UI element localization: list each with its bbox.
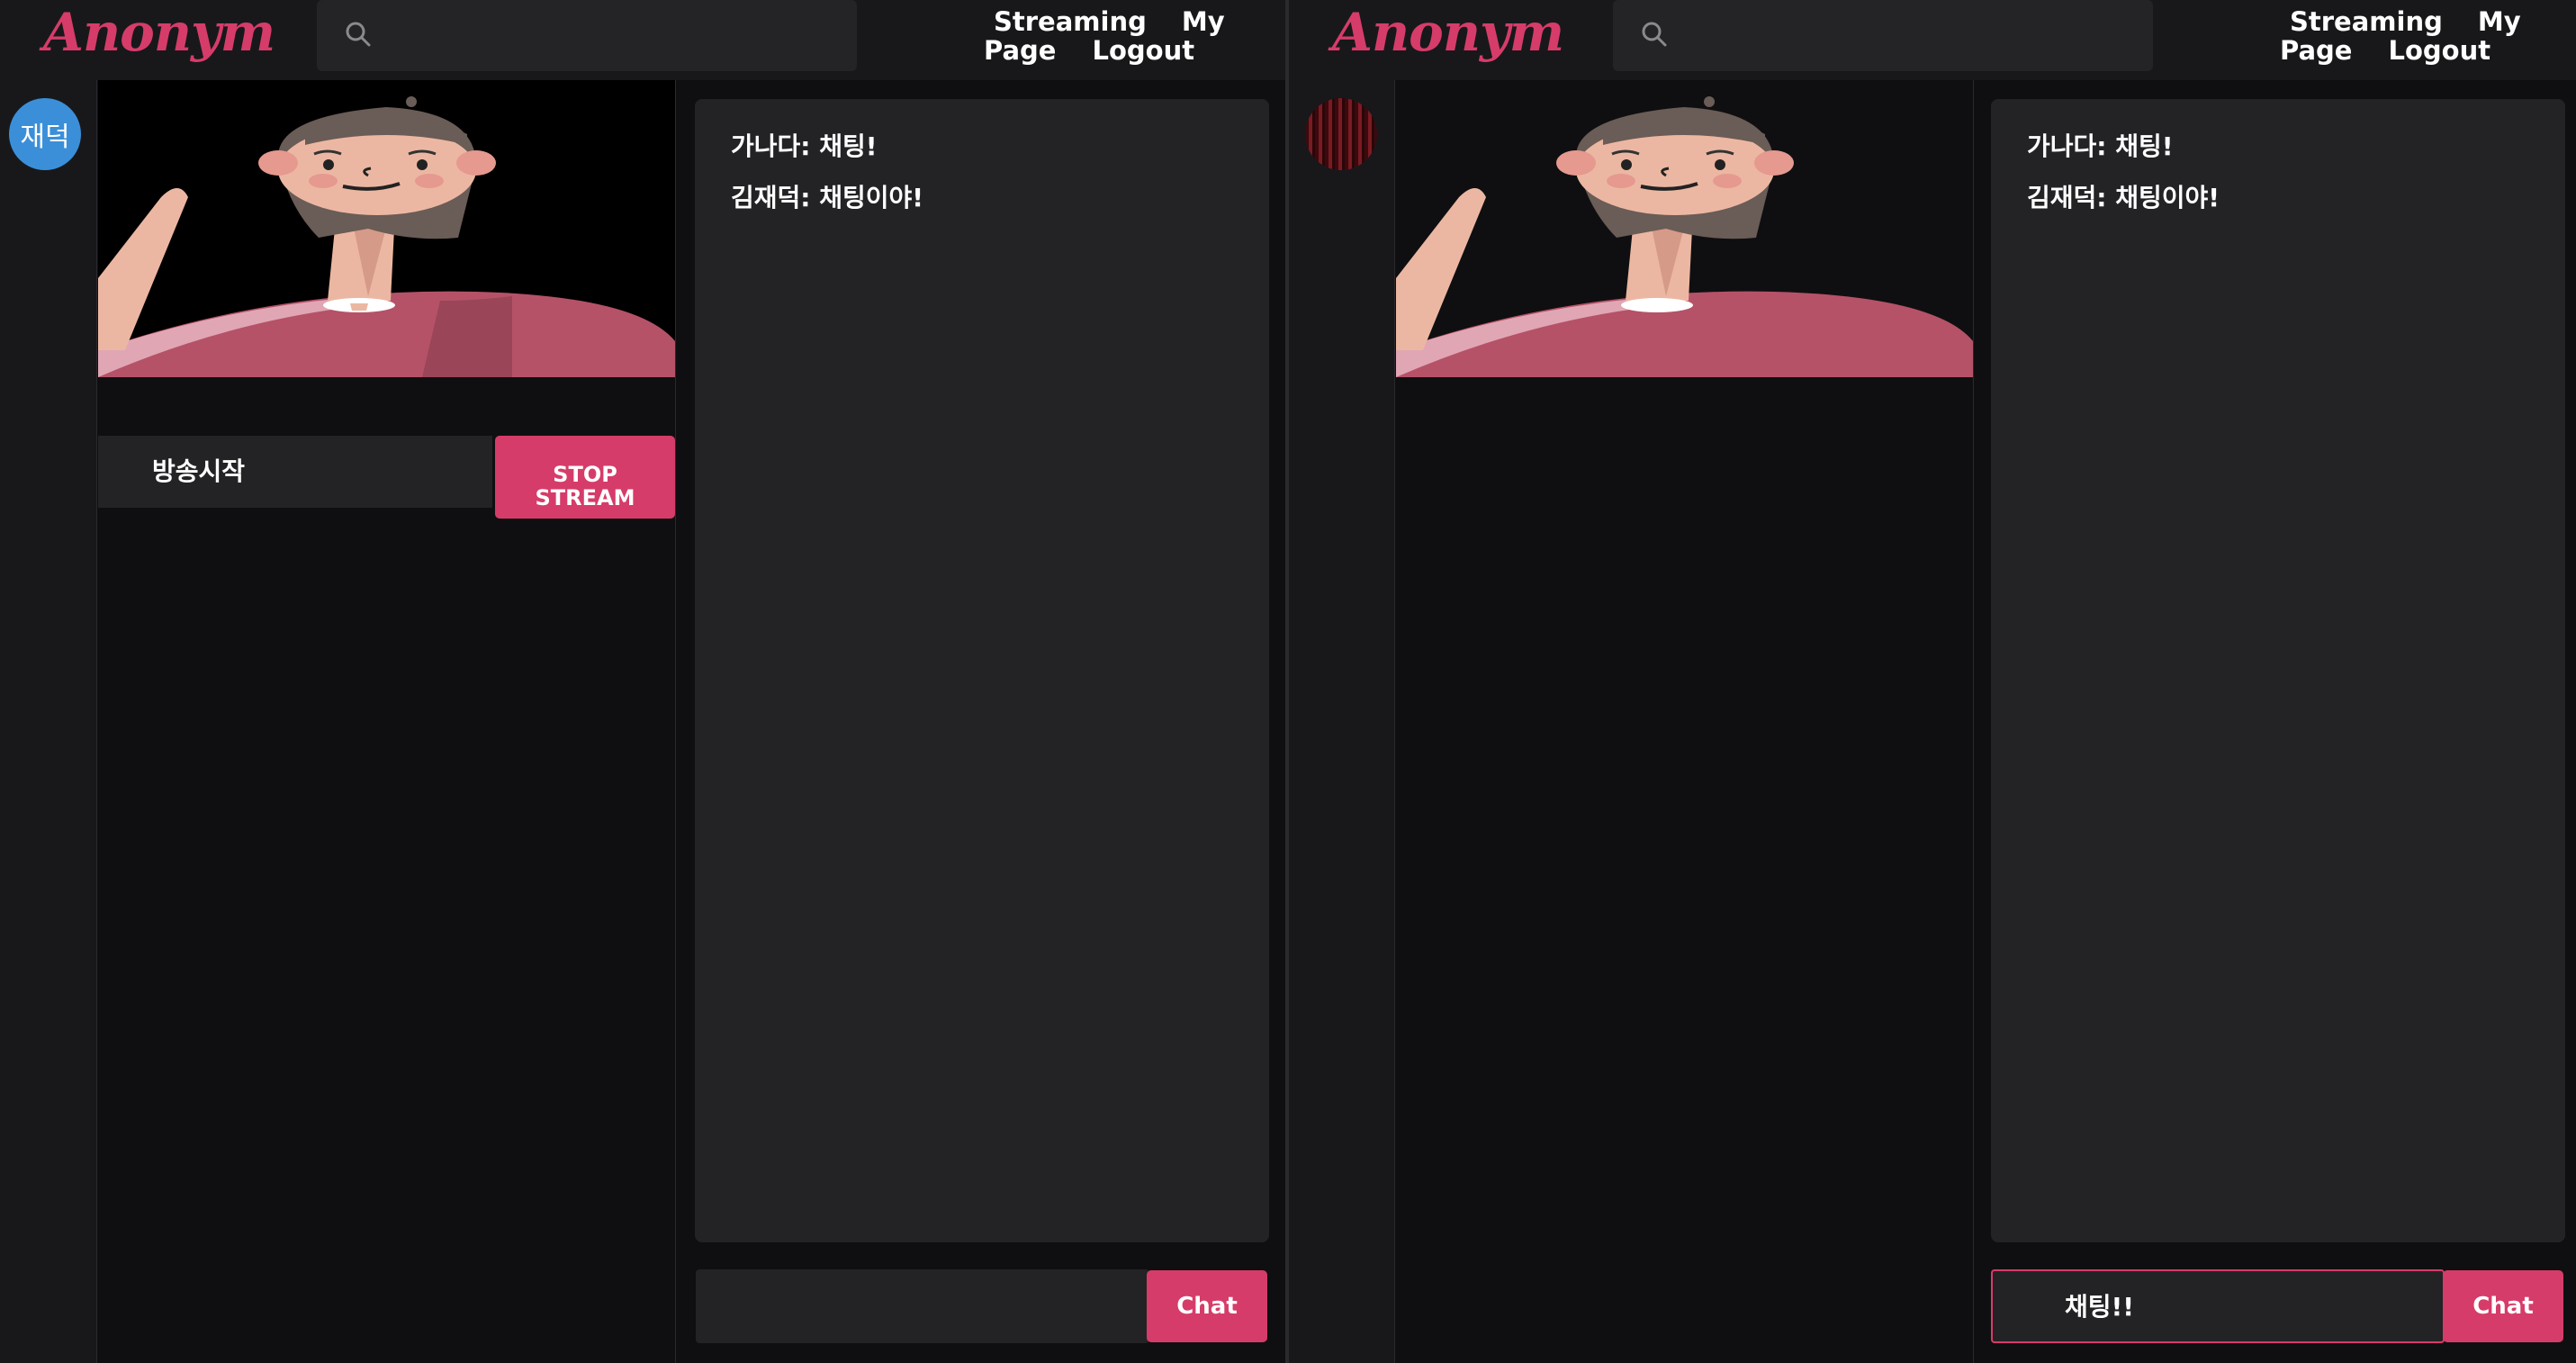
nav-logout[interactable]: Logout: [2388, 36, 2490, 65]
chat-message: 가나다: 채팅!: [2027, 131, 2174, 161]
nav-my-page-2[interactable]: Page: [2280, 36, 2352, 65]
search-input[interactable]: [1613, 0, 2153, 71]
stream-video: [1396, 80, 1973, 377]
search-input[interactable]: [317, 0, 857, 71]
chat-send-button[interactable]: Chat: [2443, 1270, 2563, 1342]
chat-input[interactable]: 채팅!!: [1991, 1269, 2445, 1343]
top-navbar: Anonym Streaming My Page Logout: [0, 0, 1285, 80]
viewer-window: Anonym Streaming My Page Logout 가나다: 채팅!…: [1289, 0, 2576, 1363]
video-frame: [1396, 80, 1973, 377]
chat-log: 가나다: 채팅! 김재덕: 채팅이야!: [695, 99, 1269, 1242]
nav-menu: Streaming My Page Logout: [2277, 7, 2521, 65]
stop-label-2: STREAM: [535, 485, 635, 510]
chat-input[interactable]: [696, 1269, 1149, 1343]
stop-label-1: STOP: [553, 462, 617, 487]
nav-menu: Streaming My Page Logout: [981, 7, 1225, 65]
nav-my-page-2[interactable]: Page: [984, 36, 1056, 65]
chat-message: 김재덕: 채팅이야!: [2027, 183, 2220, 212]
video-frame: [98, 80, 675, 377]
avatar-image[interactable]: [1305, 98, 1377, 170]
chat-message: 가나다: 채팅!: [731, 131, 878, 161]
sidebar-rail: [1289, 80, 1395, 1363]
nav-streaming[interactable]: Streaming: [2290, 7, 2443, 36]
top-navbar: Anonym Streaming My Page Logout: [1289, 0, 2576, 80]
chat-log: 가나다: 채팅! 김재덕: 채팅이야!: [1991, 99, 2565, 1242]
logo[interactable]: Anonym: [43, 2, 275, 63]
chat-send-button[interactable]: Chat: [1147, 1270, 1267, 1342]
stream-title-input[interactable]: 방송시작: [98, 436, 492, 508]
column-divider: [675, 80, 676, 1363]
search-icon: [346, 22, 371, 47]
nav-streaming[interactable]: Streaming: [994, 7, 1147, 36]
stream-video: [98, 80, 675, 377]
chat-message: 김재덕: 채팅이야!: [731, 183, 924, 212]
nav-my-page[interactable]: My: [2478, 7, 2521, 36]
nav-logout[interactable]: Logout: [1092, 36, 1194, 65]
logo[interactable]: Anonym: [1332, 2, 1564, 63]
nav-my-page[interactable]: My: [1182, 7, 1225, 36]
sidebar-rail: 재덕: [0, 80, 97, 1363]
search-icon: [1642, 22, 1667, 47]
column-divider: [1973, 80, 1974, 1363]
streamer-window: Anonym Streaming My Page Logout 재덕 방송시작 …: [0, 0, 1285, 1363]
stop-stream-button[interactable]: STOP STREAM: [495, 436, 675, 519]
avatar[interactable]: 재덕: [9, 98, 81, 170]
stream-controls: 방송시작 STOP STREAM: [98, 436, 675, 519]
